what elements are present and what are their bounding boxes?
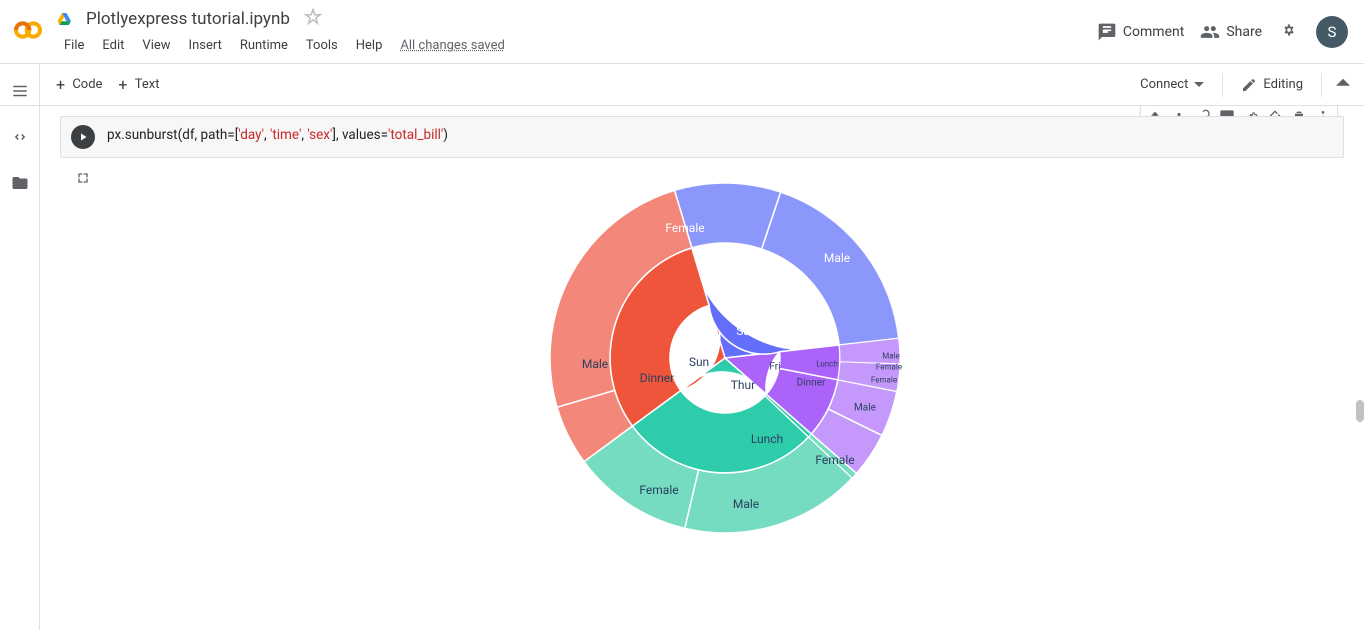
code-content[interactable]: px.sunburst(df, path=['day', 'time', 'se… bbox=[107, 125, 448, 149]
toolbar: + Code + Text Connect Editing bbox=[0, 64, 1364, 106]
menu-runtime[interactable]: Runtime bbox=[232, 34, 296, 57]
run-button[interactable] bbox=[71, 125, 95, 149]
connect-button[interactable]: Connect bbox=[1130, 71, 1214, 98]
left-sidebar bbox=[0, 64, 40, 630]
menu-file[interactable]: File bbox=[56, 34, 92, 57]
menu-bar: File Edit View Insert Runtime Tools Help… bbox=[56, 34, 1097, 57]
star-icon[interactable] bbox=[304, 8, 322, 30]
notebook-main: px.sunburst(df, path=['day', 'time', 'se… bbox=[40, 106, 1364, 630]
drive-icon bbox=[56, 10, 74, 28]
menu-insert[interactable]: Insert bbox=[181, 34, 230, 57]
menu-tools[interactable]: Tools bbox=[298, 34, 346, 57]
add-text-button[interactable]: + Text bbox=[110, 71, 167, 98]
files-icon[interactable] bbox=[11, 174, 29, 192]
code-cell[interactable]: px.sunburst(df, path=['day', 'time', 'se… bbox=[60, 116, 1344, 558]
cell-output: Sat Sun Thur Fri Dinner Dinner Lunch Din… bbox=[60, 158, 1344, 558]
scrollbar-thumb[interactable] bbox=[1356, 400, 1364, 422]
share-label: Share bbox=[1226, 24, 1262, 40]
toc-icon[interactable] bbox=[11, 82, 29, 100]
cell-input[interactable]: px.sunburst(df, path=['day', 'time', 'se… bbox=[60, 116, 1344, 158]
share-button[interactable]: Share bbox=[1200, 22, 1262, 42]
output-collapse-icon[interactable] bbox=[75, 170, 91, 186]
editing-button[interactable]: Editing bbox=[1231, 71, 1313, 99]
add-code-button[interactable]: + Code bbox=[48, 71, 110, 98]
collapse-button[interactable] bbox=[1330, 69, 1356, 100]
menu-view[interactable]: View bbox=[134, 34, 178, 57]
menu-edit[interactable]: Edit bbox=[94, 34, 132, 57]
colab-logo[interactable] bbox=[8, 10, 48, 50]
save-status[interactable]: All changes saved bbox=[392, 34, 513, 57]
sunburst-chart[interactable]: Sat Sun Thur Fri Dinner Dinner Lunch Din… bbox=[545, 178, 905, 538]
settings-icon[interactable] bbox=[1278, 19, 1300, 45]
code-snippets-icon[interactable] bbox=[11, 128, 29, 146]
header: Plotlyexpress tutorial.ipynb File Edit V… bbox=[0, 0, 1364, 64]
document-title[interactable]: Plotlyexpress tutorial.ipynb bbox=[80, 7, 296, 31]
menu-help[interactable]: Help bbox=[348, 34, 391, 57]
user-avatar[interactable]: S bbox=[1316, 16, 1348, 48]
comment-button[interactable]: Comment bbox=[1097, 22, 1184, 42]
comment-label: Comment bbox=[1123, 24, 1184, 40]
